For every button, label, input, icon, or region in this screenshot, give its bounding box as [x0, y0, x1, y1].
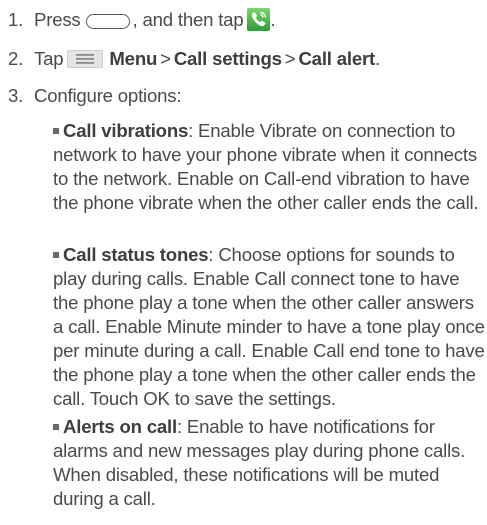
- option-call-vibrations: Call vibrations: Enable Vibrate on conne…: [53, 119, 485, 215]
- option-title: Alerts on call: [63, 416, 177, 437]
- call-settings-label: Call settings: [173, 48, 282, 69]
- step-2-text-tap: Tap: [34, 48, 64, 69]
- step-1: 1. Press , and then tap.: [8, 8, 483, 32]
- option-title: Call vibrations: [63, 120, 189, 141]
- bullet-icon: [53, 252, 59, 258]
- option-title: Call status tones: [63, 244, 209, 265]
- home-key-icon: [85, 14, 130, 29]
- menu-key-icon: [67, 50, 104, 68]
- step-3-number: 3.: [8, 85, 24, 106]
- call-alert-label: Call alert: [298, 48, 375, 69]
- breadcrumb-separator: >: [160, 48, 171, 69]
- step-3: 3. Configure options:: [8, 84, 483, 108]
- option-call-status-tones: Call status tones: Choose options for so…: [53, 243, 485, 411]
- step-2-period: .: [375, 48, 380, 69]
- option-description: : Choose options for sounds to play duri…: [53, 244, 485, 409]
- step-2-number: 2.: [8, 48, 24, 69]
- option-alerts-on-call: Alerts on call: Enable to have notificat…: [53, 415, 485, 511]
- breadcrumb-separator: >: [284, 48, 296, 69]
- step-2: 2. Tap Menu > Call settings > Call alert.: [8, 47, 483, 71]
- step-1-number: 1.: [8, 9, 24, 30]
- step-1-text-press: Press: [34, 9, 81, 30]
- bullet-icon: [53, 128, 59, 134]
- step-3-text: Configure options:: [34, 85, 182, 106]
- instruction-page: 1. Press, and then tap. 2. Tap Menu > Call se…: [0, 0, 487, 525]
- phone-app-icon: [247, 8, 271, 31]
- menu-label: Menu: [109, 48, 158, 69]
- bullet-icon: [53, 424, 59, 430]
- step-1-period: .: [270, 9, 276, 30]
- step-1-text-then-tap: , and then tap: [132, 9, 244, 30]
